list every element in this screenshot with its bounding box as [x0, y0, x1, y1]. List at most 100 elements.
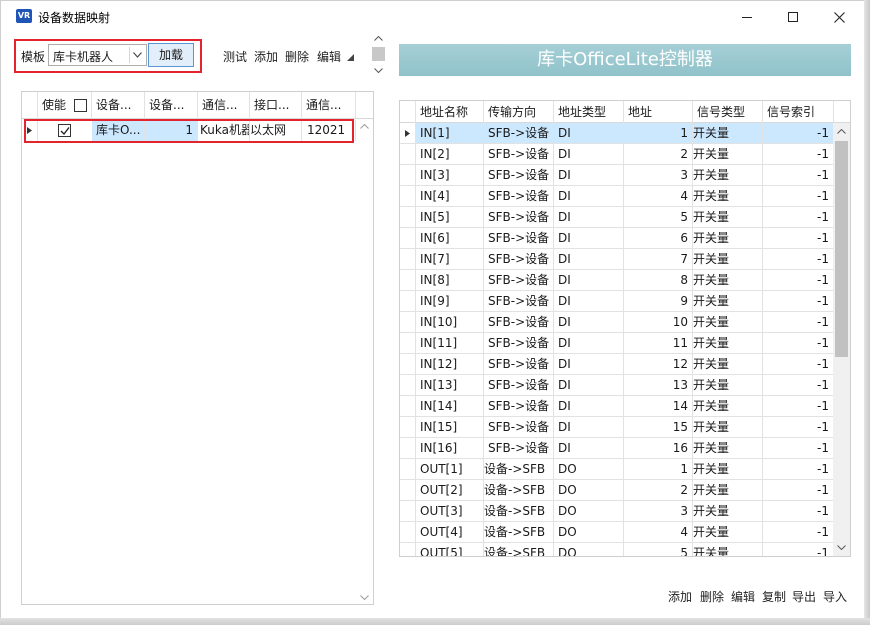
chevron-down-icon[interactable] [129, 47, 145, 63]
address-cell[interactable]: 5 [624, 207, 693, 228]
overflow-icon[interactable] [347, 54, 354, 61]
table-row[interactable]: IN[14] SFB->设备 DI 14 开关量 -1 [400, 396, 834, 417]
row-selector[interactable] [400, 354, 416, 375]
scroll-down-icon[interactable] [360, 595, 369, 600]
scroll-up-icon[interactable] [360, 124, 369, 129]
address-type-cell[interactable]: DI [554, 333, 624, 354]
address-type-cell[interactable]: DI [554, 291, 624, 312]
address-cell[interactable]: 1 [624, 459, 693, 480]
direction-cell[interactable]: SFB->设备 [484, 123, 554, 144]
signal-index-cell[interactable]: -1 [763, 291, 834, 312]
scroll-thumb[interactable] [372, 47, 385, 61]
signal-index-cell[interactable]: -1 [763, 228, 834, 249]
signal-type-cell[interactable]: 开关量 [693, 186, 763, 207]
close-button[interactable] [816, 1, 862, 33]
direction-cell[interactable]: SFB->设备 [484, 270, 554, 291]
row-selector[interactable] [400, 543, 416, 556]
address-name-cell[interactable]: IN[7] [416, 249, 484, 270]
signal-type-cell[interactable]: 开关量 [693, 396, 763, 417]
edit-button[interactable]: 编辑 [317, 48, 341, 65]
address-name-cell[interactable]: IN[9] [416, 291, 484, 312]
col-interface[interactable]: 接口... [250, 92, 302, 119]
bottom-import-button[interactable]: 导入 [823, 588, 847, 605]
table-row[interactable]: IN[16] SFB->设备 DI 16 开关量 -1 [400, 438, 834, 459]
address-name-cell[interactable]: OUT[3] [416, 501, 484, 522]
direction-cell[interactable]: SFB->设备 [484, 207, 554, 228]
address-type-cell[interactable]: DI [554, 228, 624, 249]
row-selector[interactable] [400, 438, 416, 459]
bottom-delete-button[interactable]: 删除 [700, 588, 724, 605]
table-row[interactable]: IN[11] SFB->设备 DI 11 开关量 -1 [400, 333, 834, 354]
signal-type-cell[interactable]: 开关量 [693, 144, 763, 165]
table-row[interactable]: IN[6] SFB->设备 DI 6 开关量 -1 [400, 228, 834, 249]
col-device-name[interactable]: 设备... [92, 92, 145, 119]
address-cell[interactable]: 7 [624, 249, 693, 270]
signal-index-cell[interactable]: -1 [763, 396, 834, 417]
direction-cell[interactable]: SFB->设备 [484, 417, 554, 438]
row-selector[interactable] [400, 480, 416, 501]
signal-type-cell[interactable]: 开关量 [693, 354, 763, 375]
address-name-cell[interactable]: OUT[1] [416, 459, 484, 480]
signal-grid-scrollbar[interactable] [833, 123, 850, 556]
signal-type-cell[interactable]: 开关量 [693, 438, 763, 459]
minimize-button[interactable] [724, 1, 770, 33]
table-row[interactable]: IN[2] SFB->设备 DI 2 开关量 -1 [400, 144, 834, 165]
col-device-no[interactable]: 设备... [145, 92, 198, 119]
table-row[interactable]: OUT[4] 设备->SFB DO 4 开关量 -1 [400, 522, 834, 543]
address-cell[interactable]: 2 [624, 480, 693, 501]
address-name-cell[interactable]: IN[5] [416, 207, 484, 228]
col-address[interactable]: 地址 [624, 101, 693, 123]
address-name-cell[interactable]: IN[13] [416, 375, 484, 396]
col-comm-type[interactable]: 通信... [198, 92, 250, 119]
maximize-button[interactable] [770, 1, 816, 33]
select-all-checkbox[interactable] [73, 99, 87, 112]
direction-cell[interactable]: SFB->设备 [484, 165, 554, 186]
signal-index-cell[interactable]: -1 [763, 123, 834, 144]
signal-type-cell[interactable]: 开关量 [693, 249, 763, 270]
address-type-cell[interactable]: DO [554, 522, 624, 543]
table-row[interactable]: IN[4] SFB->设备 DI 4 开关量 -1 [400, 186, 834, 207]
signal-index-cell[interactable]: -1 [763, 417, 834, 438]
address-name-cell[interactable]: IN[14] [416, 396, 484, 417]
signal-type-cell[interactable]: 开关量 [693, 522, 763, 543]
direction-cell[interactable]: 设备->SFB [484, 522, 554, 543]
address-type-cell[interactable]: DI [554, 375, 624, 396]
table-row[interactable]: IN[15] SFB->设备 DI 15 开关量 -1 [400, 417, 834, 438]
address-type-cell[interactable]: DO [554, 480, 624, 501]
signal-type-cell[interactable]: 开关量 [693, 123, 763, 144]
address-name-cell[interactable]: IN[2] [416, 144, 484, 165]
row-selector[interactable] [400, 291, 416, 312]
bottom-add-button[interactable]: 添加 [668, 588, 692, 605]
signal-index-cell[interactable]: -1 [763, 459, 834, 480]
signal-index-cell[interactable]: -1 [763, 165, 834, 186]
signal-index-cell[interactable]: -1 [763, 354, 834, 375]
signal-index-cell[interactable]: -1 [763, 270, 834, 291]
row-selector[interactable] [400, 144, 416, 165]
address-name-cell[interactable]: IN[11] [416, 333, 484, 354]
address-name-cell[interactable]: IN[15] [416, 417, 484, 438]
row-selector[interactable] [400, 459, 416, 480]
direction-cell[interactable]: SFB->设备 [484, 333, 554, 354]
address-type-cell[interactable]: DI [554, 417, 624, 438]
signal-index-cell[interactable]: -1 [763, 312, 834, 333]
row-selector[interactable] [400, 186, 416, 207]
address-name-cell[interactable]: IN[6] [416, 228, 484, 249]
address-name-cell[interactable]: OUT[2] [416, 480, 484, 501]
template-select[interactable]: 库卡机器人 [48, 44, 147, 66]
signal-type-cell[interactable]: 开关量 [693, 207, 763, 228]
table-row[interactable]: IN[3] SFB->设备 DI 3 开关量 -1 [400, 165, 834, 186]
address-type-cell[interactable]: DI [554, 312, 624, 333]
table-row[interactable]: IN[9] SFB->设备 DI 9 开关量 -1 [400, 291, 834, 312]
table-row[interactable]: OUT[5] 设备->SFB DO 5 开关量 -1 [400, 543, 834, 556]
direction-cell[interactable]: SFB->设备 [484, 228, 554, 249]
address-cell[interactable]: 4 [624, 186, 693, 207]
row-selector[interactable] [400, 417, 416, 438]
signal-index-cell[interactable]: -1 [763, 375, 834, 396]
signal-index-cell[interactable]: -1 [763, 543, 834, 556]
address-type-cell[interactable]: DO [554, 459, 624, 480]
signal-type-cell[interactable]: 开关量 [693, 543, 763, 556]
col-enable[interactable]: 使能 [38, 92, 92, 119]
row-selector[interactable] [400, 249, 416, 270]
signal-index-cell[interactable]: -1 [763, 501, 834, 522]
table-row[interactable]: OUT[3] 设备->SFB DO 3 开关量 -1 [400, 501, 834, 522]
